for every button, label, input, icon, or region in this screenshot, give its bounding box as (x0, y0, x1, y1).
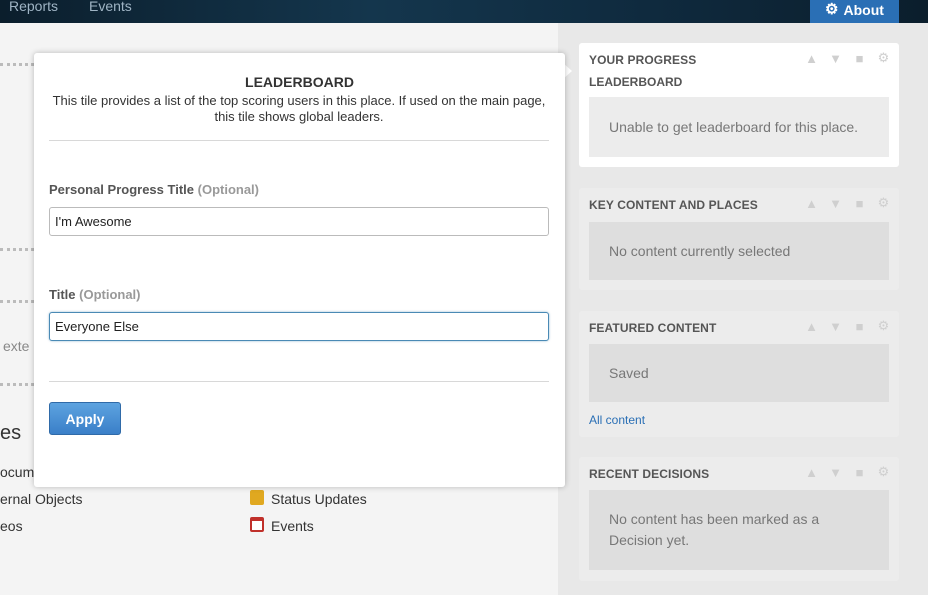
dialog-description: This tile provides a list of the top sco… (52, 93, 546, 124)
nav-events-link[interactable]: Events (89, 0, 132, 14)
title-label: Title (Optional) (49, 287, 141, 302)
gear-icon[interactable]: ⚙ (876, 464, 891, 479)
trash-icon[interactable]: ■ (852, 465, 867, 480)
about-button[interactable]: ⚙ About (810, 0, 899, 23)
chevron-down-icon[interactable]: ▼ (828, 51, 843, 66)
leaderboard-settings-dialog: LEADERBOARD This tile provides a list of… (34, 53, 565, 487)
field-label-text: Personal Progress Title (49, 182, 194, 197)
tile-key-content: KEY CONTENT AND PLACES ▲ ▼ ■ ⚙ No conten… (579, 188, 899, 290)
dialog-title: LEADERBOARD (245, 74, 354, 90)
trash-icon[interactable]: ■ (852, 51, 867, 66)
tile-controls: ▲ ▼ ■ ⚙ (804, 464, 891, 480)
personal-progress-title-input[interactable] (49, 207, 549, 236)
chevron-up-icon[interactable]: ▲ (804, 51, 819, 66)
tile-your-progress: YOUR PROGRESS LEADERBOARD ▲ ▼ ■ ⚙ Unable… (579, 43, 899, 167)
tile-controls: ▲ ▼ ■ ⚙ (804, 50, 891, 66)
chevron-up-icon[interactable]: ▲ (804, 196, 819, 211)
gear-icon[interactable]: ⚙ (876, 195, 891, 210)
trash-icon[interactable]: ■ (852, 196, 867, 211)
chevron-down-icon[interactable]: ▼ (828, 319, 843, 334)
about-label: About (843, 1, 884, 18)
trash-icon[interactable]: ■ (852, 319, 867, 334)
tile-title: YOUR PROGRESS (589, 53, 697, 67)
chevron-up-icon[interactable]: ▲ (804, 465, 819, 480)
content-type-link[interactable]: ernal Objects (0, 491, 82, 507)
title-input[interactable] (49, 312, 549, 341)
divider (49, 381, 549, 382)
tile-title: RECENT DECISIONS (589, 467, 710, 481)
tile-message: No content has been marked as a Decision… (589, 490, 889, 570)
optional-tag: (Optional) (79, 287, 141, 302)
background-partial-text: exte (3, 338, 30, 354)
tile-message: Saved (589, 344, 889, 402)
tile-featured-content: FEATURED CONTENT ▲ ▼ ■ ⚙ Saved All conte… (579, 311, 899, 437)
tile-title: FEATURED CONTENT (589, 321, 717, 335)
content-type-link[interactable]: eos (0, 518, 23, 534)
optional-tag: (Optional) (197, 182, 260, 197)
field-label-text: Title (49, 287, 76, 302)
chevron-down-icon[interactable]: ▼ (828, 465, 843, 480)
gear-icon[interactable]: ⚙ (876, 318, 891, 333)
apply-button[interactable]: Apply (49, 402, 121, 435)
nav-reports-link[interactable]: Reports (9, 0, 58, 14)
gear-icon[interactable]: ⚙ (876, 50, 891, 65)
chevron-down-icon[interactable]: ▼ (828, 196, 843, 211)
all-content-link[interactable]: All content (589, 413, 645, 427)
tile-title: KEY CONTENT AND PLACES (589, 198, 758, 212)
top-nav-bar: Reports Events ⚙ About (0, 0, 928, 23)
tile-controls: ▲ ▼ ■ ⚙ (804, 318, 891, 334)
tile-recent-decisions: RECENT DECISIONS ▲ ▼ ■ ⚙ No content has … (579, 457, 899, 581)
gear-icon: ⚙ (825, 1, 839, 18)
tile-message: Unable to get leaderboard for this place… (589, 97, 889, 157)
divider (49, 140, 549, 141)
section-heading: es (0, 422, 22, 444)
content-type-link[interactable]: Events (271, 518, 314, 534)
chevron-up-icon[interactable]: ▲ (804, 319, 819, 334)
tile-message: No content currently selected (589, 222, 889, 280)
tile-subtitle: LEADERBOARD (589, 75, 683, 89)
tile-controls: ▲ ▼ ■ ⚙ (804, 195, 891, 211)
calendar-icon (250, 517, 264, 532)
status-updates-icon (250, 490, 264, 505)
content-type-link[interactable]: Status Updates (271, 491, 367, 507)
personal-progress-title-label: Personal Progress Title (Optional) (49, 182, 259, 197)
